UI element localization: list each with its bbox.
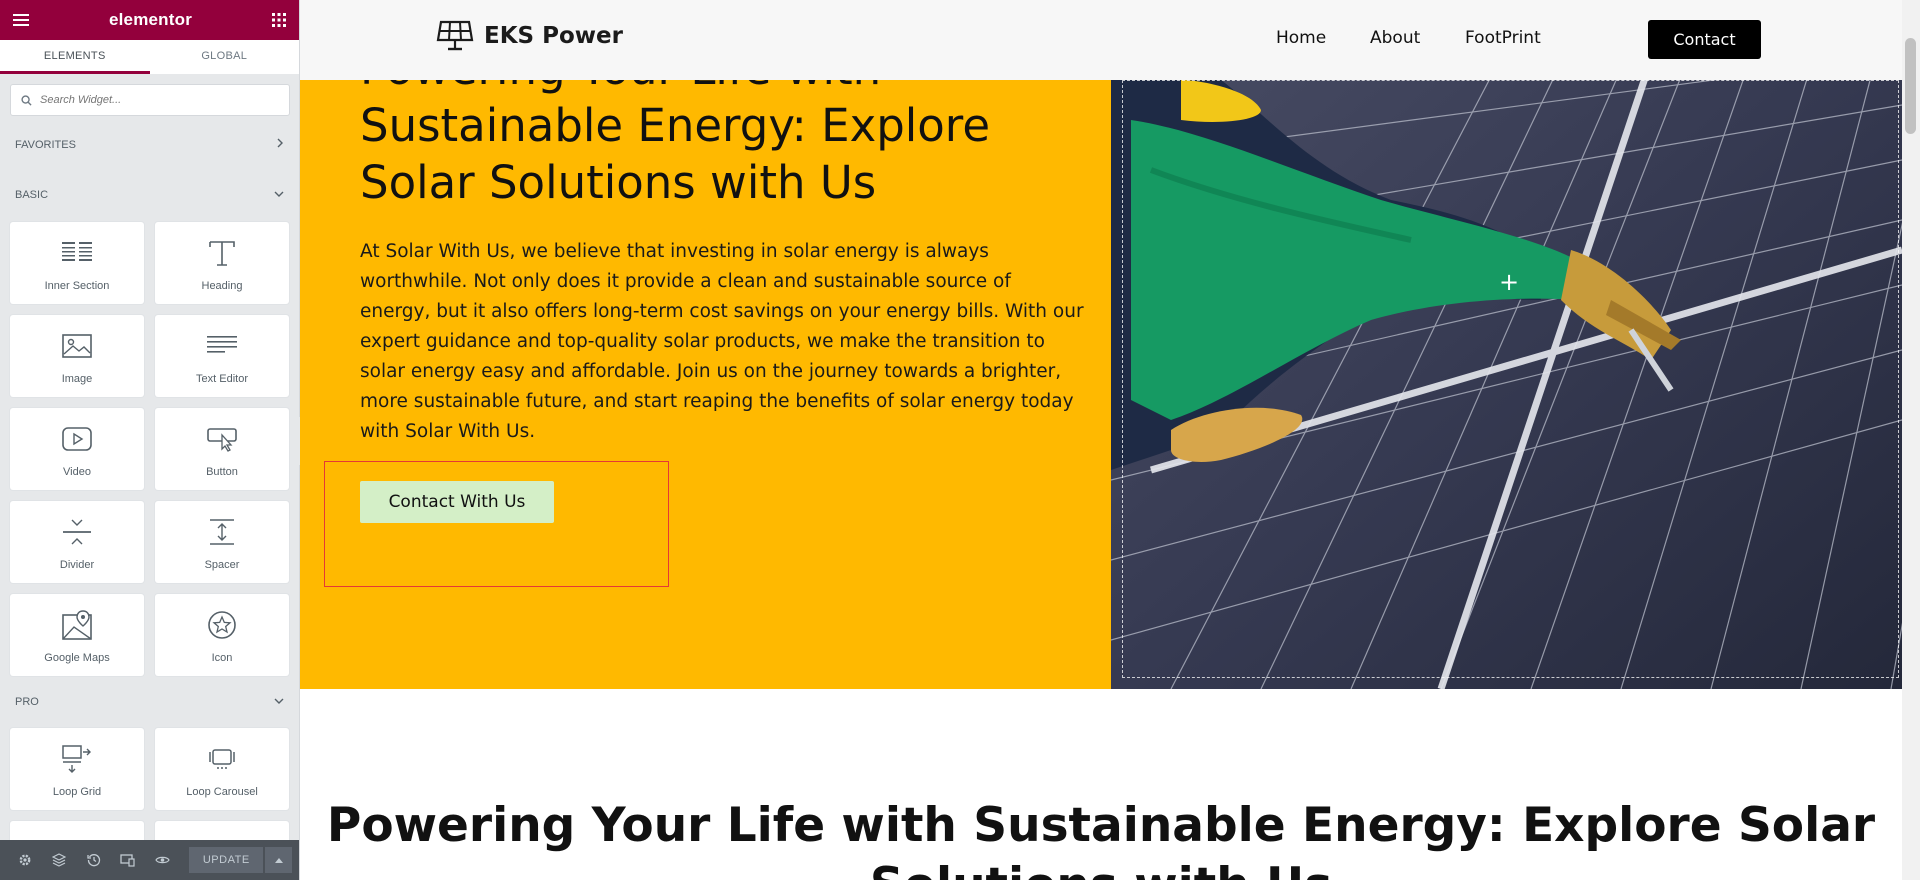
solar-panel-logo-icon bbox=[436, 20, 474, 52]
image-icon bbox=[60, 331, 94, 361]
widget-loop-grid[interactable]: Loop Grid bbox=[10, 728, 144, 810]
responsive-mode-icon[interactable] bbox=[111, 840, 145, 880]
widget-label: Divider bbox=[59, 559, 95, 571]
widget-label: Heading bbox=[201, 280, 243, 292]
nav-contact-button[interactable]: Contact bbox=[1648, 20, 1761, 59]
elementor-panel: elementor ELEMENTS GLOBAL FAVORITES bbox=[0, 0, 300, 880]
widget-video[interactable]: Video bbox=[10, 408, 144, 490]
hamburger-menu-icon[interactable] bbox=[13, 13, 29, 27]
widget-spacer[interactable]: Spacer bbox=[155, 501, 289, 583]
chevron-right-icon bbox=[276, 138, 284, 151]
brand-name: EKS Power bbox=[484, 23, 623, 49]
section-heading: Powering Your Life with Sustainable Ener… bbox=[326, 798, 1876, 880]
search-icon bbox=[21, 94, 32, 106]
nav-footprint[interactable]: FootPrint bbox=[1465, 28, 1541, 48]
site-header: EKS Power Home About FootPrint Contact bbox=[300, 0, 1902, 80]
widget-inner-section[interactable]: Inner Section bbox=[10, 222, 144, 304]
heading-icon bbox=[205, 238, 239, 268]
preview-eye-icon[interactable] bbox=[145, 840, 179, 880]
category-basic-label: BASIC bbox=[15, 189, 49, 201]
spacer-icon bbox=[205, 517, 239, 547]
inner-section-icon bbox=[60, 238, 94, 268]
hero-solar-image bbox=[1111, 0, 1902, 689]
widget-label: Text Editor bbox=[196, 373, 248, 385]
brand[interactable]: EKS Power bbox=[436, 20, 623, 52]
panel-header: elementor bbox=[0, 0, 299, 40]
widget-image[interactable]: Image bbox=[10, 315, 144, 397]
chevron-down-icon bbox=[274, 696, 284, 708]
nav-home[interactable]: Home bbox=[1276, 28, 1326, 48]
tab-elements[interactable]: ELEMENTS bbox=[0, 40, 150, 74]
widget-label: Video bbox=[63, 466, 91, 478]
widget-icon[interactable]: Icon bbox=[155, 594, 289, 676]
apps-grid-icon[interactable] bbox=[272, 13, 286, 27]
loop-grid-icon bbox=[60, 744, 94, 774]
loop-carousel-icon bbox=[205, 744, 239, 774]
update-button[interactable]: UPDATE bbox=[189, 847, 264, 873]
widget-label: Spacer bbox=[204, 559, 240, 571]
elementor-logo: elementor bbox=[108, 10, 193, 29]
site-preview: Powering Your Life with Sustainable Ener… bbox=[300, 0, 1902, 880]
star-circle-icon bbox=[205, 610, 239, 640]
solar-worker-illustration bbox=[1111, 0, 1902, 689]
widget-google-maps[interactable]: Google Maps bbox=[10, 594, 144, 676]
tab-global[interactable]: GLOBAL bbox=[150, 40, 300, 74]
widget-label: Google Maps bbox=[44, 652, 110, 664]
widget-label: Loop Carousel bbox=[186, 786, 258, 798]
map-pin-icon bbox=[60, 610, 94, 640]
widget-search bbox=[10, 84, 290, 116]
hero-section: Powering Your Life with Sustainable Ener… bbox=[300, 0, 1111, 689]
chevron-up-icon[interactable] bbox=[265, 847, 292, 873]
widget-loop-carousel[interactable]: Loop Carousel bbox=[155, 728, 289, 810]
divider-icon bbox=[60, 517, 94, 547]
category-pro[interactable]: PRO bbox=[15, 696, 284, 708]
hero-text: At Solar With Us, we believe that invest… bbox=[360, 241, 1084, 442]
button-cursor-icon bbox=[205, 424, 239, 454]
widget-label: Image bbox=[61, 373, 93, 385]
panel-footer: UPDATE bbox=[0, 840, 299, 880]
widget-label: Loop Grid bbox=[52, 786, 102, 798]
category-favorites[interactable]: FAVORITES bbox=[15, 138, 284, 151]
selected-element-outline bbox=[324, 461, 669, 587]
text-editor-icon bbox=[205, 331, 239, 361]
settings-gear-icon[interactable] bbox=[8, 840, 42, 880]
category-favorites-label: FAVORITES bbox=[15, 138, 76, 151]
scrollbar-thumb[interactable] bbox=[1905, 38, 1916, 134]
layers-icon[interactable] bbox=[42, 840, 76, 880]
widget-heading[interactable]: Heading bbox=[155, 222, 289, 304]
widget-divider[interactable]: Divider bbox=[10, 501, 144, 583]
category-basic[interactable]: BASIC bbox=[15, 189, 284, 201]
widget-label: Inner Section bbox=[44, 280, 110, 292]
video-play-icon bbox=[60, 424, 94, 454]
nav-about[interactable]: About bbox=[1370, 28, 1420, 48]
panel-tabs: ELEMENTS GLOBAL bbox=[0, 40, 299, 74]
widget-button[interactable]: Button bbox=[155, 408, 289, 490]
widget-search-input[interactable] bbox=[40, 94, 270, 106]
chevron-down-icon bbox=[274, 189, 284, 201]
widget-label: Icon bbox=[211, 652, 233, 664]
history-icon[interactable] bbox=[76, 840, 110, 880]
widget-label: Button bbox=[206, 466, 238, 478]
category-pro-label: PRO bbox=[15, 696, 39, 708]
widget-text-editor[interactable]: Text Editor bbox=[155, 315, 289, 397]
contact-with-us-button[interactable]: Contact With Us bbox=[360, 481, 554, 523]
